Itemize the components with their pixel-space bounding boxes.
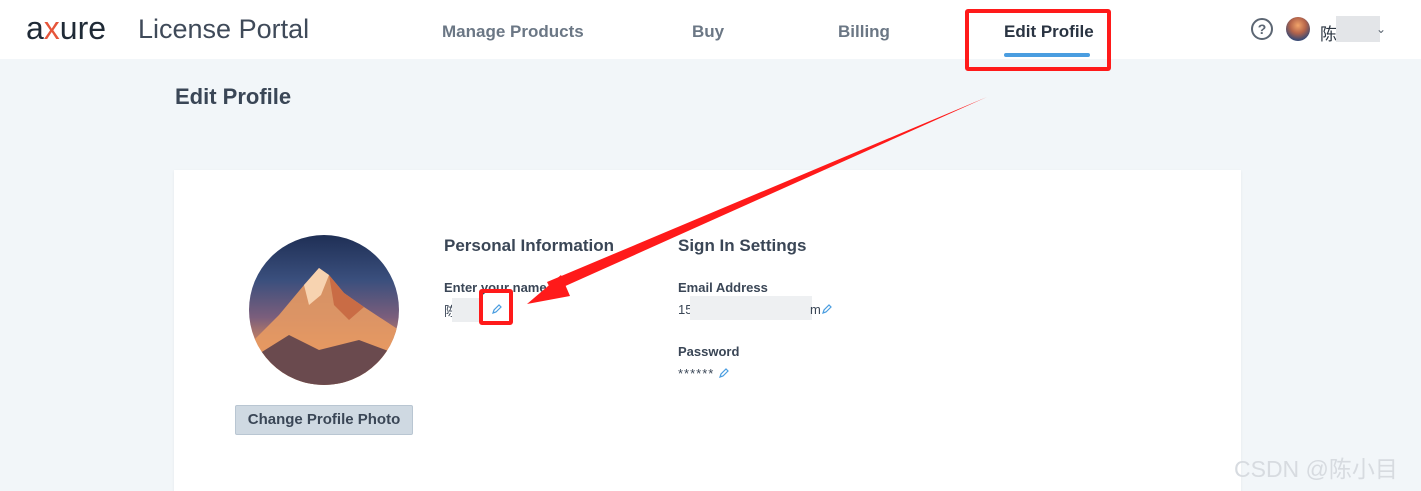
annotation-arrow [527, 97, 987, 304]
watermark-text: CSDN @陈小目 [1234, 456, 1398, 482]
